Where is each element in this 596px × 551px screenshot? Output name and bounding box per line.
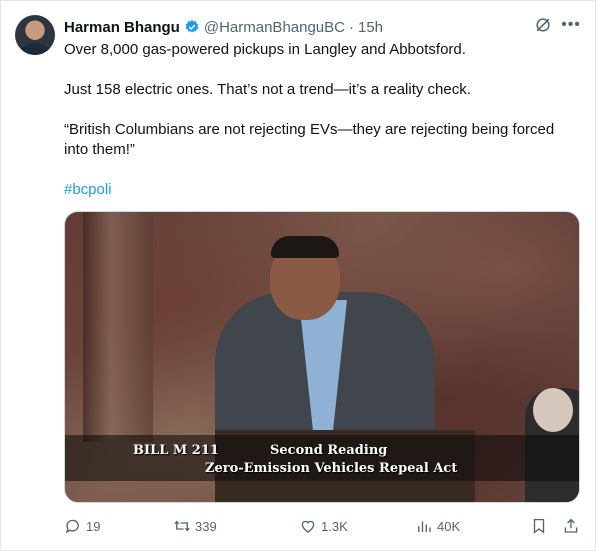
speaker-hair: [271, 236, 339, 258]
share-button[interactable]: [562, 515, 584, 537]
tweet-text-line-3b: into them!”: [64, 141, 135, 158]
caption-act: Zero-Emission Vehicles Repeal Act: [205, 461, 458, 476]
reply-icon: [65, 519, 79, 534]
separator-dot: ·: [349, 18, 354, 36]
more-icon[interactable]: •••: [561, 15, 581, 35]
background-pillar: [83, 212, 153, 442]
verified-badge-icon: [185, 20, 199, 33]
caption-bill: BILL M 211: [133, 443, 219, 458]
like-count: 1.3K: [321, 518, 348, 534]
avatar[interactable]: [15, 15, 55, 55]
side-person-head: [533, 388, 573, 432]
tweet-text-line-1: Over 8,000 gas-powered pickups in Langle…: [64, 41, 466, 58]
share-icon: [564, 518, 578, 533]
caption-reading: Second Reading: [270, 443, 388, 458]
tweet-text-line-2: Just 158 electric ones. That’s not a tre…: [64, 81, 471, 98]
views-icon: [418, 521, 431, 532]
reply-button[interactable]: 19: [64, 515, 100, 537]
like-button[interactable]: 1.3K: [299, 515, 348, 537]
hashtag-link[interactable]: #bcpoli: [64, 180, 584, 200]
views-button[interactable]: 40K: [415, 515, 460, 537]
retweet-button[interactable]: 339: [173, 515, 217, 537]
bookmark-button[interactable]: [530, 515, 552, 537]
views-count: 40K: [437, 518, 461, 534]
author-handle[interactable]: @HarmanBhanguBC: [204, 19, 345, 36]
author-name[interactable]: Harman Bhangu: [64, 19, 180, 36]
bookmark-icon: [533, 518, 545, 534]
reply-count: 19: [86, 518, 101, 534]
grok-icon[interactable]: [533, 15, 553, 35]
timestamp[interactable]: 15h: [358, 19, 383, 36]
action-bar: 19 339 1.3K 40K: [64, 515, 584, 537]
video-caption-bar: BILL M 211 Second Reading Zero-Emission …: [65, 435, 579, 481]
heart-icon: [301, 520, 315, 533]
retweet-count: 339: [195, 518, 217, 534]
retweet-icon: [174, 520, 190, 532]
tweet-card[interactable]: Harman Bhangu @HarmanBhanguBC · 15h ••• …: [0, 0, 596, 551]
tweet-header: Harman Bhangu @HarmanBhanguBC · 15h: [64, 17, 383, 37]
video-player[interactable]: BILL M 211 Second Reading Zero-Emission …: [64, 211, 580, 503]
tweet-text-line-3a: “British Columbians are not rejecting EV…: [64, 121, 555, 138]
